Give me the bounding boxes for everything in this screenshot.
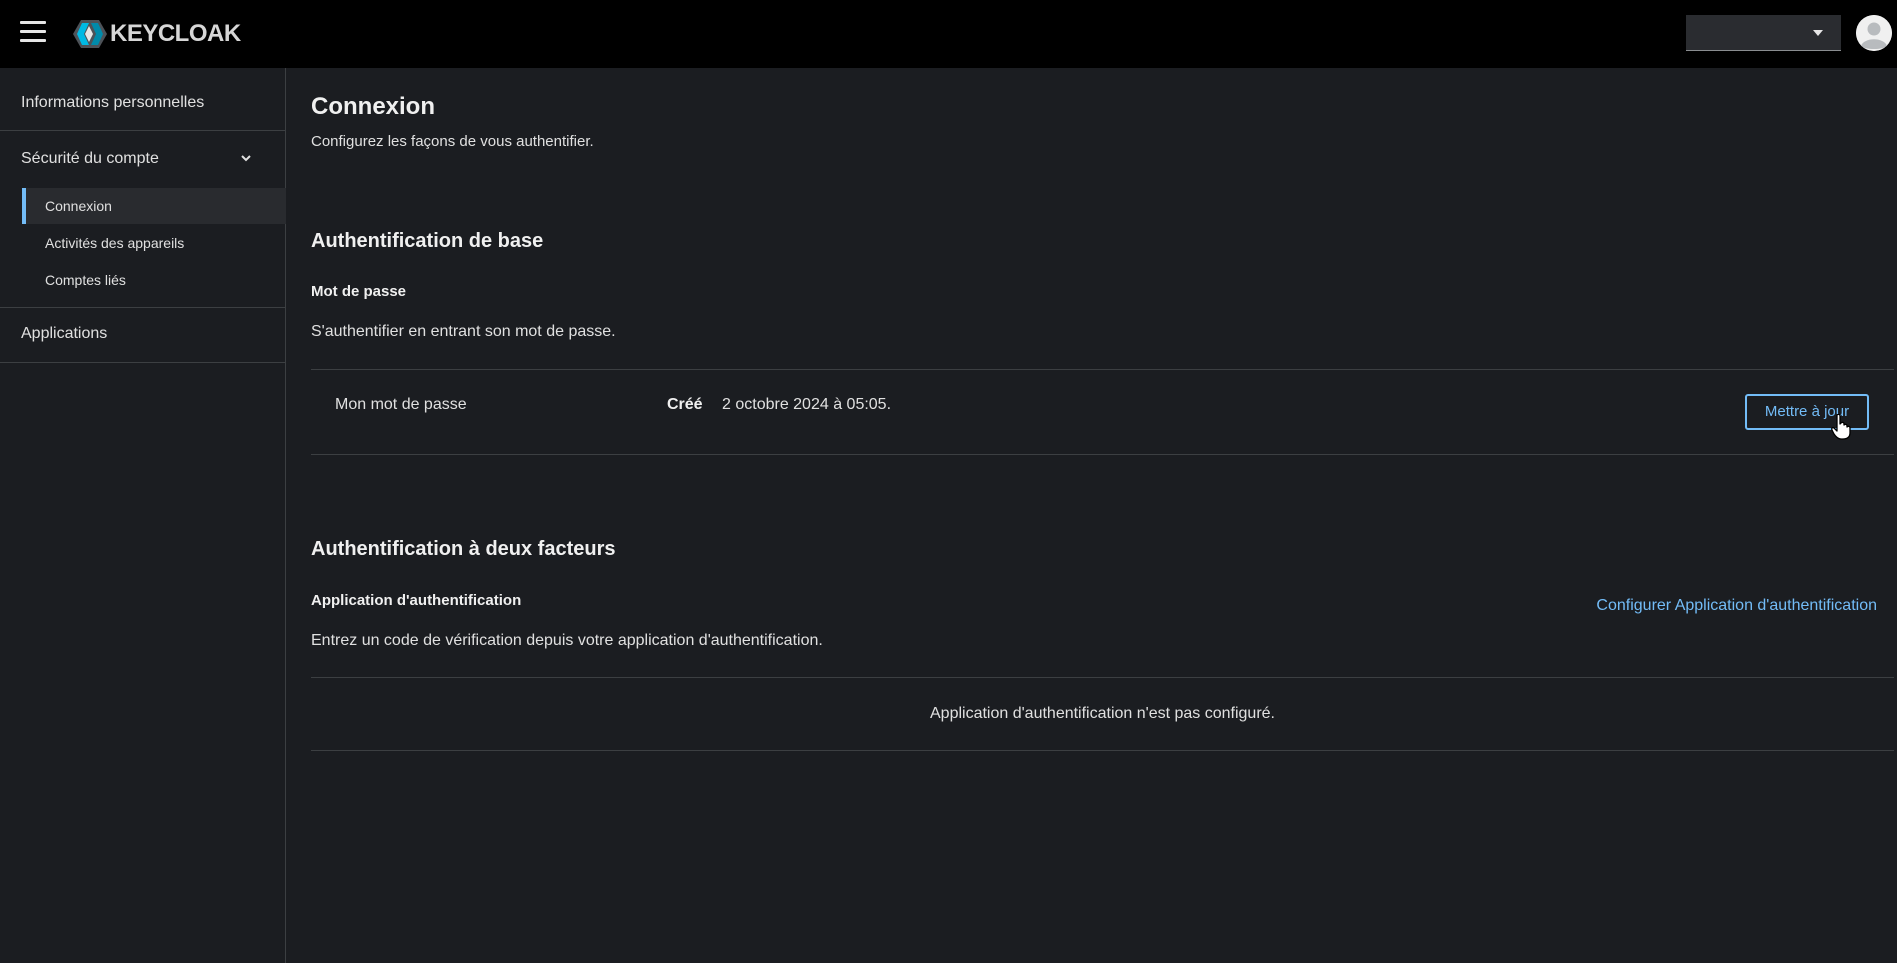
keycloak-logo-icon [73,20,107,48]
configure-authenticator-link[interactable]: Configurer Application d'authentificatio… [1596,597,1877,615]
sidebar-item-personal-info[interactable]: Informations personnelles [0,68,286,130]
password-description: S'authentifier en entrant son mot de pas… [311,323,616,340]
sidebar-item-label: Comptes liés [45,272,126,288]
sidebar-nav: Informations personnelles Sécurité du co… [0,68,286,963]
sidebar-item-label: Applications [21,325,108,342]
divider [311,750,1894,751]
page-title: Connexion [311,93,435,120]
hamburger-icon[interactable] [20,21,46,43]
password-row: Mon mot de passe Créé 2 octobre 2024 à 0… [311,370,1894,454]
logo-text: KEYCLOAK [110,20,241,47]
basic-auth-title: Authentification de base [311,230,544,252]
sidebar-divider [0,362,286,363]
sidebar-item-account-security[interactable]: Sécurité du compte [0,131,286,175]
realm-select[interactable] [1686,15,1841,51]
empty-state-text: Application d'authentification n'est pas… [930,705,1275,722]
two-factor-title: Authentification à deux facteurs [311,538,616,560]
chevron-down-icon [241,155,251,162]
authenticator-app-title: Application d'authentification [311,592,522,609]
page-subtitle: Configurez les façons de vous authentifi… [311,133,594,150]
password-title: Mot de passe [311,283,407,300]
created-value: 2 octobre 2024 à 05:05. [722,396,892,413]
caret-down-icon [1813,30,1823,36]
divider [311,454,1894,455]
sidebar-item-label: Informations personnelles [21,94,205,111]
sidebar-item-linked-accounts[interactable]: Comptes liés [22,262,286,298]
masthead: KEYCLOAK [0,0,1897,68]
main-content: Connexion Configurez les façons de vous … [287,68,1897,963]
sidebar-item-label: Connexion [45,198,112,214]
sidebar-item-label: Activités des appareils [45,235,185,251]
hand-pointer-icon [1831,414,1851,440]
authenticator-app-description: Entrez un code de vérification depuis vo… [311,632,823,649]
sidebar-item-connexion[interactable]: Connexion [22,188,286,224]
sidebar-item-device-activity[interactable]: Activités des appareils [22,225,286,261]
authenticator-empty-state: Application d'authentification n'est pas… [311,678,1894,750]
created-label: Créé [667,396,703,413]
keycloak-logo[interactable]: KEYCLOAK [72,19,241,49]
user-avatar-icon[interactable] [1856,15,1892,51]
password-row-label: Mon mot de passe [335,396,467,413]
sidebar-item-label: Sécurité du compte [21,150,159,167]
sidebar-item-applications[interactable]: Applications [0,308,286,362]
